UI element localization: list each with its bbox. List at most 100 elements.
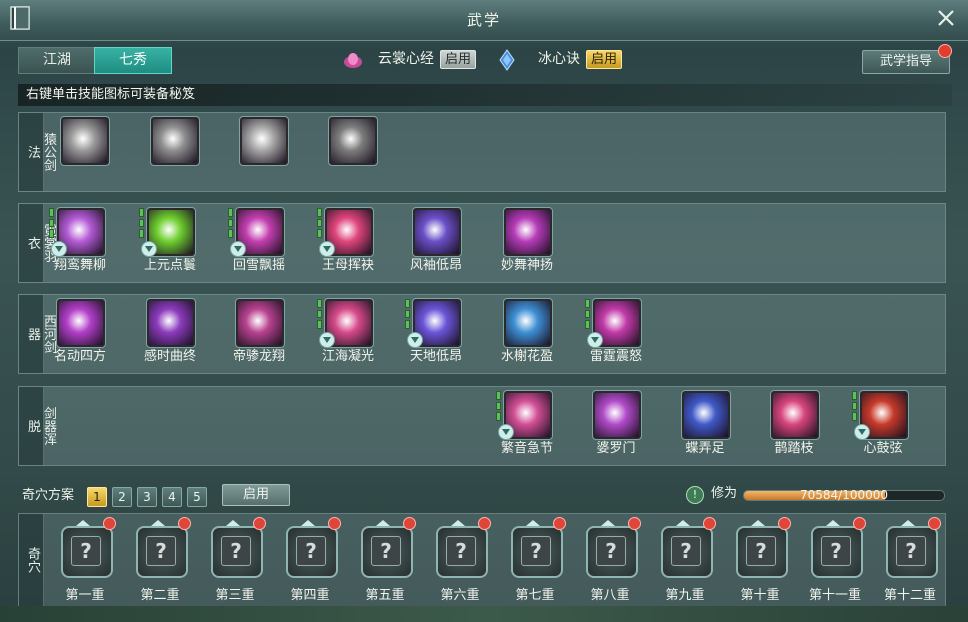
qixue-panel: 奇穴 ? 第一重? 第二重? 第三重? 第四重? 第五重? 第六重? 第七重? 第八重? 第九重?… — [18, 513, 946, 607]
qixue-slot-label: 第十二重 — [883, 588, 936, 603]
notification-dot — [103, 517, 116, 530]
skill-slot: 名动四方 — [45, 295, 115, 375]
skill-slot — [228, 113, 298, 193]
dragon-dance-icon[interactable] — [235, 298, 285, 348]
tab-jianghu[interactable]: 江湖 — [18, 47, 96, 74]
dragon-icon[interactable] — [150, 116, 200, 166]
skill-row: 猿公剑法 — [18, 112, 946, 192]
skill-slot — [317, 113, 387, 193]
plan-enable-button[interactable]: 启用 — [222, 484, 290, 506]
qixue-slot-button[interactable]: ? — [436, 526, 488, 578]
skill-slot: 水榭花盈 — [492, 295, 562, 375]
wuxue-window: 武学 江湖 七秀 云裳心经 启用 冰心诀 启用 武学指导 右键单击技能图标可装备秘笈… — [0, 0, 968, 622]
qixue-slot-button[interactable]: ? — [586, 526, 638, 578]
tab-qixiu[interactable]: 七秀 — [94, 47, 172, 74]
xinfa-bingxin-enable-button[interactable]: 启用 — [586, 50, 623, 69]
skill-slot: 帝骖龙翔 — [224, 295, 294, 375]
question-mark-icon: ? — [596, 536, 626, 566]
level-bar — [228, 208, 233, 217]
level-bar — [317, 229, 322, 239]
level-bar — [228, 229, 233, 239]
xiuwei-value: 70584/100000 — [800, 488, 889, 502]
plan-option-button[interactable]: 5 — [187, 487, 207, 507]
level-bar — [496, 391, 501, 400]
skill-row-label: 剑器浑脱 — [25, 406, 56, 446]
plan-option-button[interactable]: 4 — [162, 487, 182, 507]
notification-dot — [853, 517, 866, 530]
qixue-slot-button[interactable]: ? — [211, 526, 263, 578]
mist-swirl-icon[interactable] — [60, 116, 110, 166]
plan-option-button[interactable]: 3 — [137, 487, 157, 507]
level-bar — [852, 412, 857, 422]
skill-name: 心鼓弦 — [863, 441, 903, 456]
level-bar — [317, 309, 322, 319]
notification-dot — [778, 517, 791, 530]
spin-dancer-icon[interactable] — [56, 298, 106, 348]
skill-slot — [49, 113, 119, 193]
ice-crystal-icon — [499, 49, 515, 71]
skill-slot: 天地低昂 — [401, 295, 471, 375]
question-mark-icon: ? — [296, 536, 326, 566]
lotus-bloom-icon[interactable] — [592, 390, 642, 440]
skill-name: 天地低昂 — [409, 349, 462, 364]
level-bar — [496, 401, 501, 411]
qixue-slot-button[interactable]: ? — [361, 526, 413, 578]
lady-figure-icon[interactable] — [412, 207, 462, 257]
qixue-slot-button[interactable]: ? — [286, 526, 338, 578]
question-mark-icon: ? — [896, 536, 926, 566]
level-bar — [852, 391, 857, 400]
qixue-slot: ? 第七重 — [499, 517, 571, 606]
plan-option-button[interactable]: 1 — [87, 487, 107, 507]
notification-dot — [178, 517, 191, 530]
qixue-slot-button[interactable]: ? — [886, 526, 938, 578]
notification-dot — [253, 517, 266, 530]
qixue-slot-button[interactable]: ? — [661, 526, 713, 578]
plan-option-button[interactable]: 2 — [112, 487, 132, 507]
skill-name: 江海凝光 — [321, 349, 374, 364]
skill-name: 鹊踏枝 — [774, 441, 814, 456]
light-pillar-icon[interactable] — [146, 298, 196, 348]
skill-name: 回雪飘摇 — [232, 258, 285, 273]
wuxue-guide-button[interactable]: 武学指导 — [862, 50, 950, 74]
notification-dot — [938, 44, 952, 58]
level-bar — [139, 218, 144, 228]
question-mark-icon: ? — [671, 536, 701, 566]
info-icon[interactable]: ! — [686, 486, 704, 504]
skill-slot: 繁音急节 — [492, 387, 562, 467]
xinfa-yunshang-enable-button[interactable]: 启用 — [440, 50, 477, 69]
skill-slot: 雷霆震怒 — [581, 295, 651, 375]
skill-name: 婆罗门 — [596, 441, 636, 456]
beast-face-icon[interactable] — [239, 116, 289, 166]
qixue-slot-button[interactable]: ? — [61, 526, 113, 578]
skill-slot: 回雪飘摇 — [224, 204, 294, 284]
level-bar — [317, 208, 322, 217]
skill-slot: 蝶弄足 — [670, 387, 740, 467]
skill-name: 雷霆震怒 — [589, 349, 642, 364]
blade-slash-icon[interactable] — [328, 116, 378, 166]
qixue-slot-button[interactable]: ? — [511, 526, 563, 578]
butterfly-icon[interactable] — [681, 390, 731, 440]
skill-slot: 江海凝光 — [313, 295, 383, 375]
skill-slot: 鹊踏枝 — [759, 387, 829, 467]
skill-name: 感时曲终 — [143, 349, 196, 364]
blade-glow-icon[interactable] — [503, 298, 553, 348]
notification-dot — [478, 517, 491, 530]
xiuwei-label: 修为 — [711, 486, 738, 501]
magpie-dance-icon[interactable] — [770, 390, 820, 440]
title-bar[interactable]: 武学 — [0, 0, 968, 41]
qixue-slot: ? 第六重 — [424, 517, 496, 606]
level-bar — [585, 299, 590, 308]
skill-name: 水榭花盈 — [500, 349, 553, 364]
pink-flower-icon[interactable] — [503, 207, 553, 257]
question-mark-icon: ? — [521, 536, 551, 566]
bottom-chat-strip — [0, 606, 968, 622]
skill-name: 妙舞神扬 — [500, 258, 553, 273]
close-icon[interactable] — [934, 6, 958, 30]
question-mark-icon: ? — [371, 536, 401, 566]
qixue-slot: ? 第一重 — [49, 517, 121, 606]
level-bars — [317, 299, 322, 330]
qixue-slot-button[interactable]: ? — [136, 526, 188, 578]
qixue-slot-button[interactable]: ? — [736, 526, 788, 578]
qixue-slot-button[interactable]: ? — [811, 526, 863, 578]
skill-row: 西河剑器 名动四方 感时曲终 帝骖龙翔 江海凝光 天地低昂 水榭花盈 雷霆震怒 — [18, 294, 946, 374]
